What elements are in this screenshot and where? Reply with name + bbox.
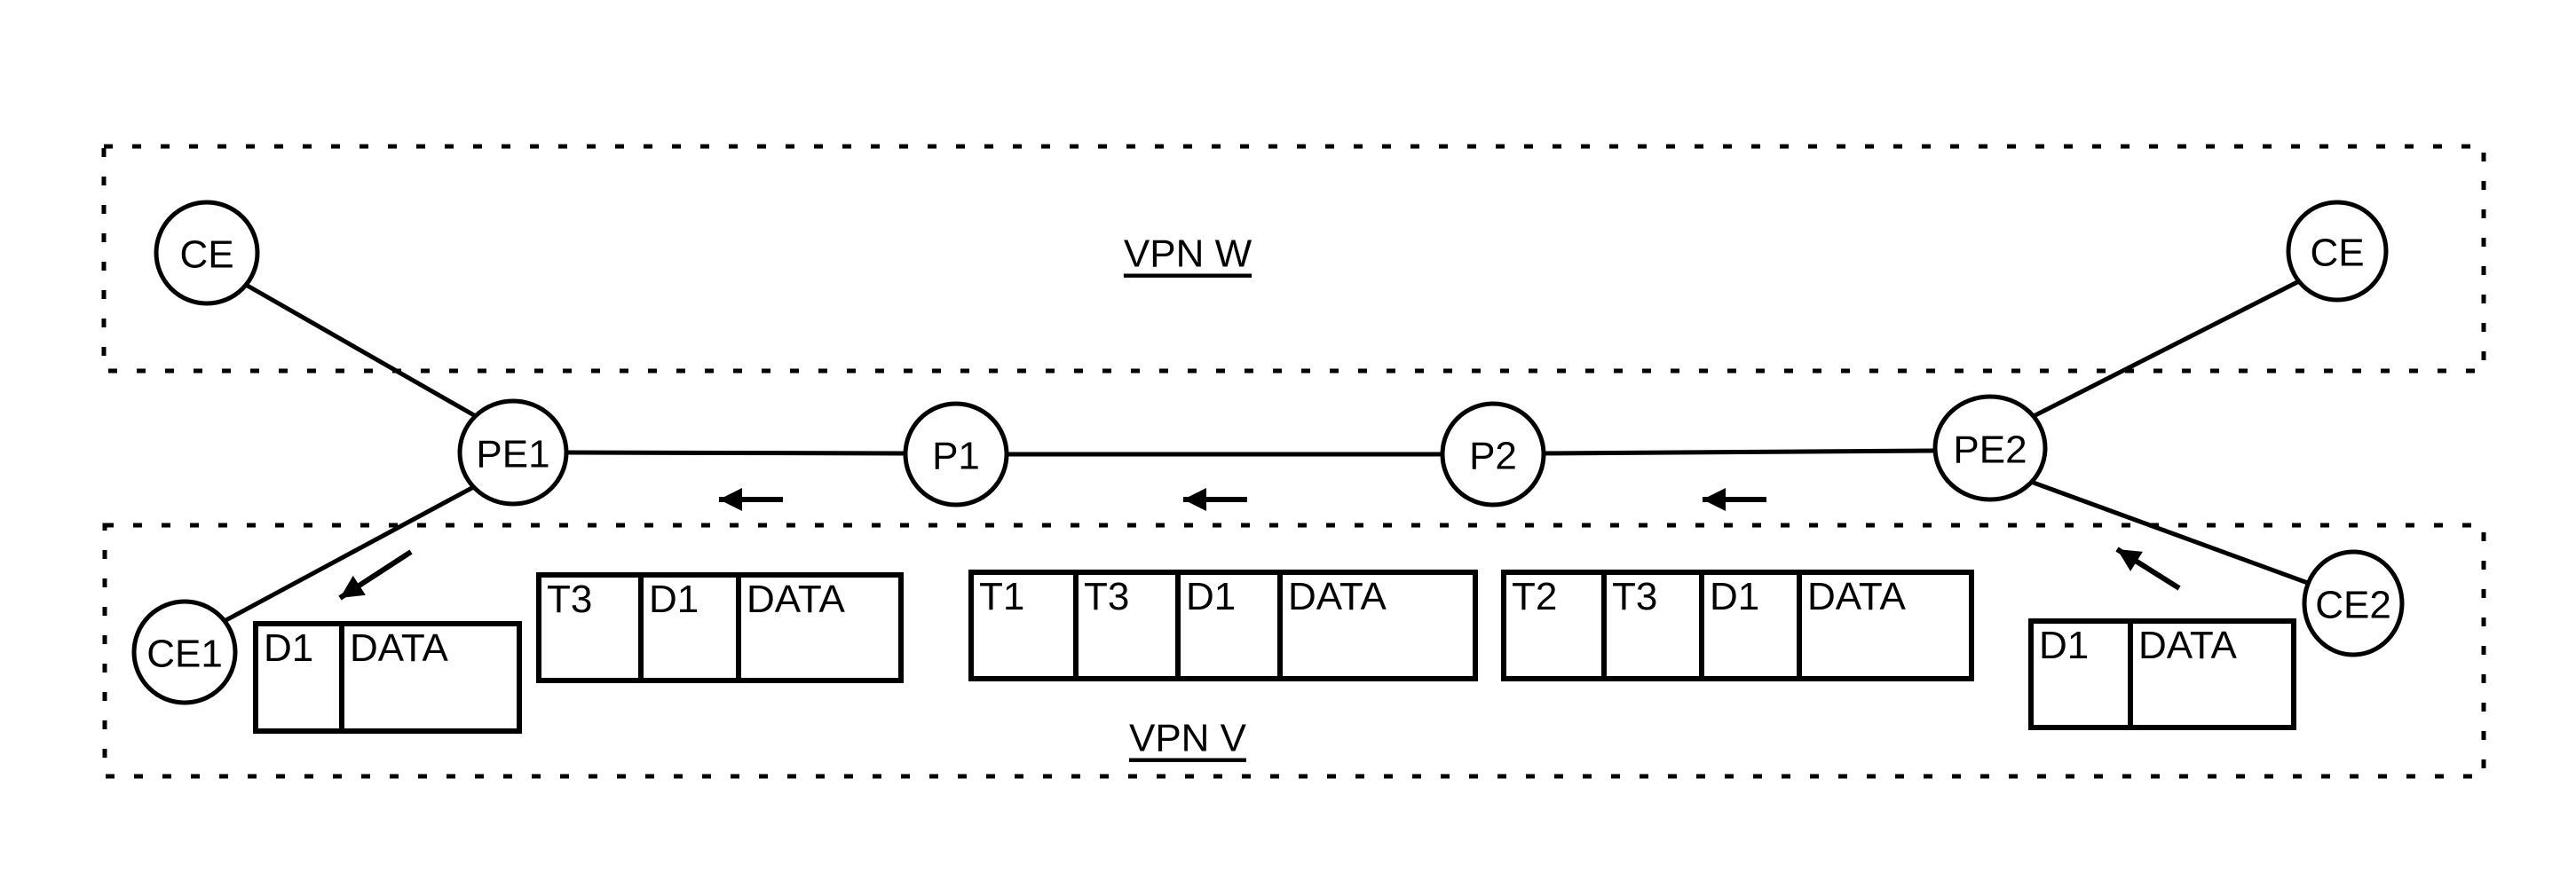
flow-arrow-flow-p1-p2 (1183, 488, 1247, 511)
vpn-zone-label-vpn-v: VPN V (1129, 717, 1247, 760)
node-label-pe2: PE2 (1953, 429, 2027, 472)
packet-field-label: T3 (547, 578, 592, 621)
packet-field-label: T3 (1612, 575, 1657, 618)
link-ce-top-left-to-pe1 (243, 282, 483, 421)
node-p1: P1 (903, 401, 1009, 507)
node-ce2: CE2 (2302, 549, 2405, 657)
link-pe2-to-ce2 (2028, 479, 2318, 588)
diagram-canvas: VPN W VPN V D1 DATA T3 D1 DATA T1 T3 D1 DATA T2 T3 D… (0, 0, 2576, 881)
packet-packet-ce2-ingress: D1 DATA (2028, 618, 2296, 730)
vpn-zone-border-vpn-w (101, 144, 2486, 374)
packet-field-label: D1 (2039, 624, 2089, 667)
node-label-ce-top-left: CE (179, 233, 233, 277)
packet-field-label: DATA (1807, 575, 1906, 618)
vpn-zone-label-vpn-w: VPN W (1124, 232, 1252, 276)
flow-arrow-flow-pe1-ce1 (338, 549, 413, 601)
packet-field-label: T3 (1084, 575, 1129, 618)
packet-field-label: DATA (747, 578, 845, 621)
link-pe2-to-ce-top-right (2026, 279, 2302, 421)
flow-arrow-flow-pe2-ce2 (2115, 547, 2181, 591)
packet-diagrams-layer: D1 DATA T3 D1 DATA T1 T3 D1 DATA T2 T3 D1 DATA D1 DATA (253, 570, 2296, 734)
packet-packet-p1-p2: T1 T3 D1 DATA (968, 570, 1478, 681)
packet-field-label: T2 (1512, 575, 1557, 618)
node-label-ce1: CE1 (146, 633, 223, 676)
node-ce1: CE1 (131, 599, 238, 705)
packet-field-label: T1 (979, 575, 1024, 618)
node-pe1: PE1 (457, 398, 569, 507)
packet-packet-pe1-ingress: T3 D1 DATA (536, 572, 904, 683)
packet-field-label: DATA (350, 626, 448, 670)
node-p2: P2 (1440, 401, 1546, 507)
node-label-ce-top-right: CE (2310, 232, 2364, 275)
node-ce-top-right: CE (2286, 200, 2389, 303)
packet-packet-p2-pe2: T2 T3 D1 DATA (1501, 570, 1974, 681)
node-label-p2: P2 (1469, 435, 1517, 478)
node-pe2: PE2 (1932, 394, 2048, 502)
network-diagram: VPN WVPN V D1 DATAT3 D1 DATA T1 T3 D1 DATA T2 T3 D… (101, 144, 2486, 779)
packet-field-label: DATA (2138, 624, 2237, 667)
packet-field-label: DATA (1288, 575, 1387, 618)
flow-arrow-flow-p2-pe2 (1703, 488, 1766, 511)
vpn-zone-vpn-w: VPN W (101, 144, 2486, 374)
node-label-pe1: PE1 (476, 433, 549, 476)
flow-arrow-flow-pe1-p1 (719, 488, 783, 511)
packet-outline (536, 572, 904, 683)
node-ce-top-left: CE (154, 200, 260, 306)
link-p2-to-pe2 (1541, 448, 1938, 456)
packet-field-label: D1 (649, 578, 699, 621)
node-label-p1: P1 (932, 435, 980, 478)
packet-packet-ce1-egress: D1 DATA (253, 621, 522, 734)
packet-field-label: D1 (1710, 575, 1759, 618)
link-pe1-to-p1 (564, 450, 908, 456)
link-pe1-to-ce1 (218, 482, 481, 625)
packet-field-label: D1 (1186, 575, 1236, 618)
node-label-ce2: CE2 (2315, 584, 2391, 627)
packet-field-label: D1 (264, 626, 313, 670)
